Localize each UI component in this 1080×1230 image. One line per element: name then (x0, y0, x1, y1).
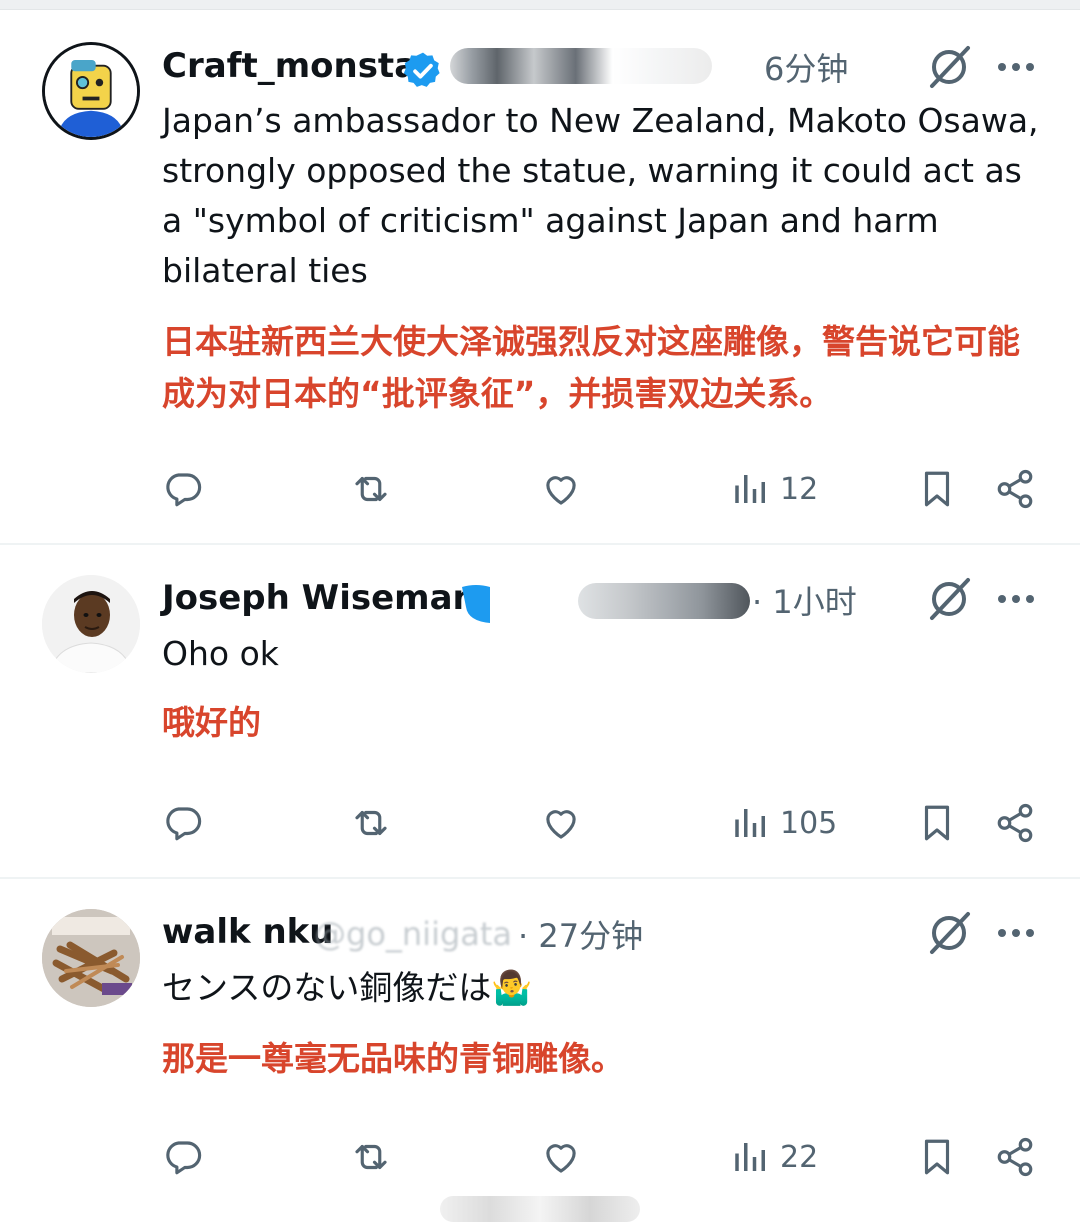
repost-button[interactable] (350, 466, 392, 512)
grok-icon[interactable] (926, 44, 972, 90)
post-text: Japan’s ambassador to New Zealand, Makot… (162, 101, 1039, 290)
avatar-joseph-wiseman[interactable] (42, 575, 140, 673)
repost-icon (355, 476, 387, 502)
like-button[interactable] (540, 466, 582, 512)
repost-button[interactable] (350, 800, 392, 846)
repost-icon (355, 810, 387, 836)
post-translation: 那是一尊毫无品味的青铜雕像。 (162, 1039, 624, 1078)
share-icon (997, 803, 1033, 843)
reply-icon (166, 473, 202, 507)
author-name[interactable]: Joseph Wiseman (162, 578, 477, 618)
reply-button[interactable] (162, 1134, 204, 1180)
bookmark-icon (924, 805, 950, 841)
bookmark-button[interactable] (916, 1134, 958, 1180)
post-translation: 哦好的 (162, 703, 261, 742)
more-icon[interactable] (996, 923, 1036, 943)
action-bar: 12 (0, 466, 1080, 516)
handle-redacted (578, 583, 750, 619)
post-joseph-wiseman[interactable]: Joseph Wiseman · 1小时 Oho ok 哦好的 105 (0, 545, 1080, 877)
bookmark-button[interactable] (916, 466, 958, 512)
like-button[interactable] (540, 800, 582, 846)
share-button[interactable] (994, 1134, 1036, 1180)
post-time[interactable]: · 27分钟 (518, 911, 643, 957)
repost-icon (355, 1144, 387, 1170)
verified-badge-icon (462, 585, 490, 623)
author-name[interactable]: walk nku (162, 912, 333, 952)
like-icon (546, 1144, 576, 1173)
post-craft-monsta[interactable]: Craft_monsta 6分钟 Japan’s ambassador to N… (0, 0, 1080, 544)
post-text: Oho ok (162, 634, 279, 673)
like-icon (546, 810, 576, 839)
share-button[interactable] (994, 800, 1036, 846)
more-icon[interactable] (996, 57, 1036, 77)
avatar-walk-nku[interactable] (42, 909, 140, 1007)
views-icon (735, 809, 765, 837)
share-button[interactable] (994, 466, 1036, 512)
post-time[interactable]: 6分钟 (764, 44, 848, 90)
grok-icon[interactable] (926, 576, 972, 622)
reply-button[interactable] (162, 800, 204, 846)
post-translation: 日本驻新西兰大使大泽诚强烈反对这座雕像，警告说它可能成为对日本的“批评象征”，并… (162, 322, 1020, 413)
views-button[interactable]: 105 (730, 800, 837, 846)
share-icon (997, 1137, 1033, 1177)
bookmark-icon (924, 1139, 950, 1175)
reply-button[interactable] (162, 466, 204, 512)
verified-badge-icon (403, 52, 440, 87)
more-icon[interactable] (996, 589, 1036, 609)
views-count: 12 (780, 471, 819, 507)
like-icon (546, 476, 576, 505)
action-bar: 22 (0, 1134, 1080, 1184)
handle-fragment[interactable]: @go_niigata (314, 915, 514, 953)
views-count: 105 (780, 805, 838, 841)
bookmark-icon (924, 471, 950, 507)
handle-redacted (450, 48, 712, 84)
views-icon (735, 475, 765, 503)
views-icon (735, 1143, 765, 1171)
post-time[interactable]: · 1小时 (752, 577, 857, 623)
watermark-redacted (440, 1196, 640, 1222)
avatar-craft-monsta[interactable] (42, 42, 140, 140)
reply-icon (166, 1141, 202, 1175)
share-icon (997, 469, 1033, 509)
views-button[interactable]: 22 (730, 1134, 818, 1180)
repost-button[interactable] (350, 1134, 392, 1180)
grok-icon[interactable] (926, 910, 972, 956)
views-count: 22 (780, 1139, 819, 1175)
reply-icon (166, 807, 202, 841)
like-button[interactable] (540, 1134, 582, 1180)
post-text: センスのない銅像だは🤷‍♂️ (162, 968, 533, 1007)
action-bar: 105 (0, 800, 1080, 850)
post-walk-nku[interactable]: walk nku @go_niigata · 27分钟 センスのない銅像だは🤷‍… (0, 879, 1080, 1199)
bookmark-button[interactable] (916, 800, 958, 846)
views-button[interactable]: 12 (730, 466, 818, 512)
author-name[interactable]: Craft_monsta (162, 46, 417, 86)
